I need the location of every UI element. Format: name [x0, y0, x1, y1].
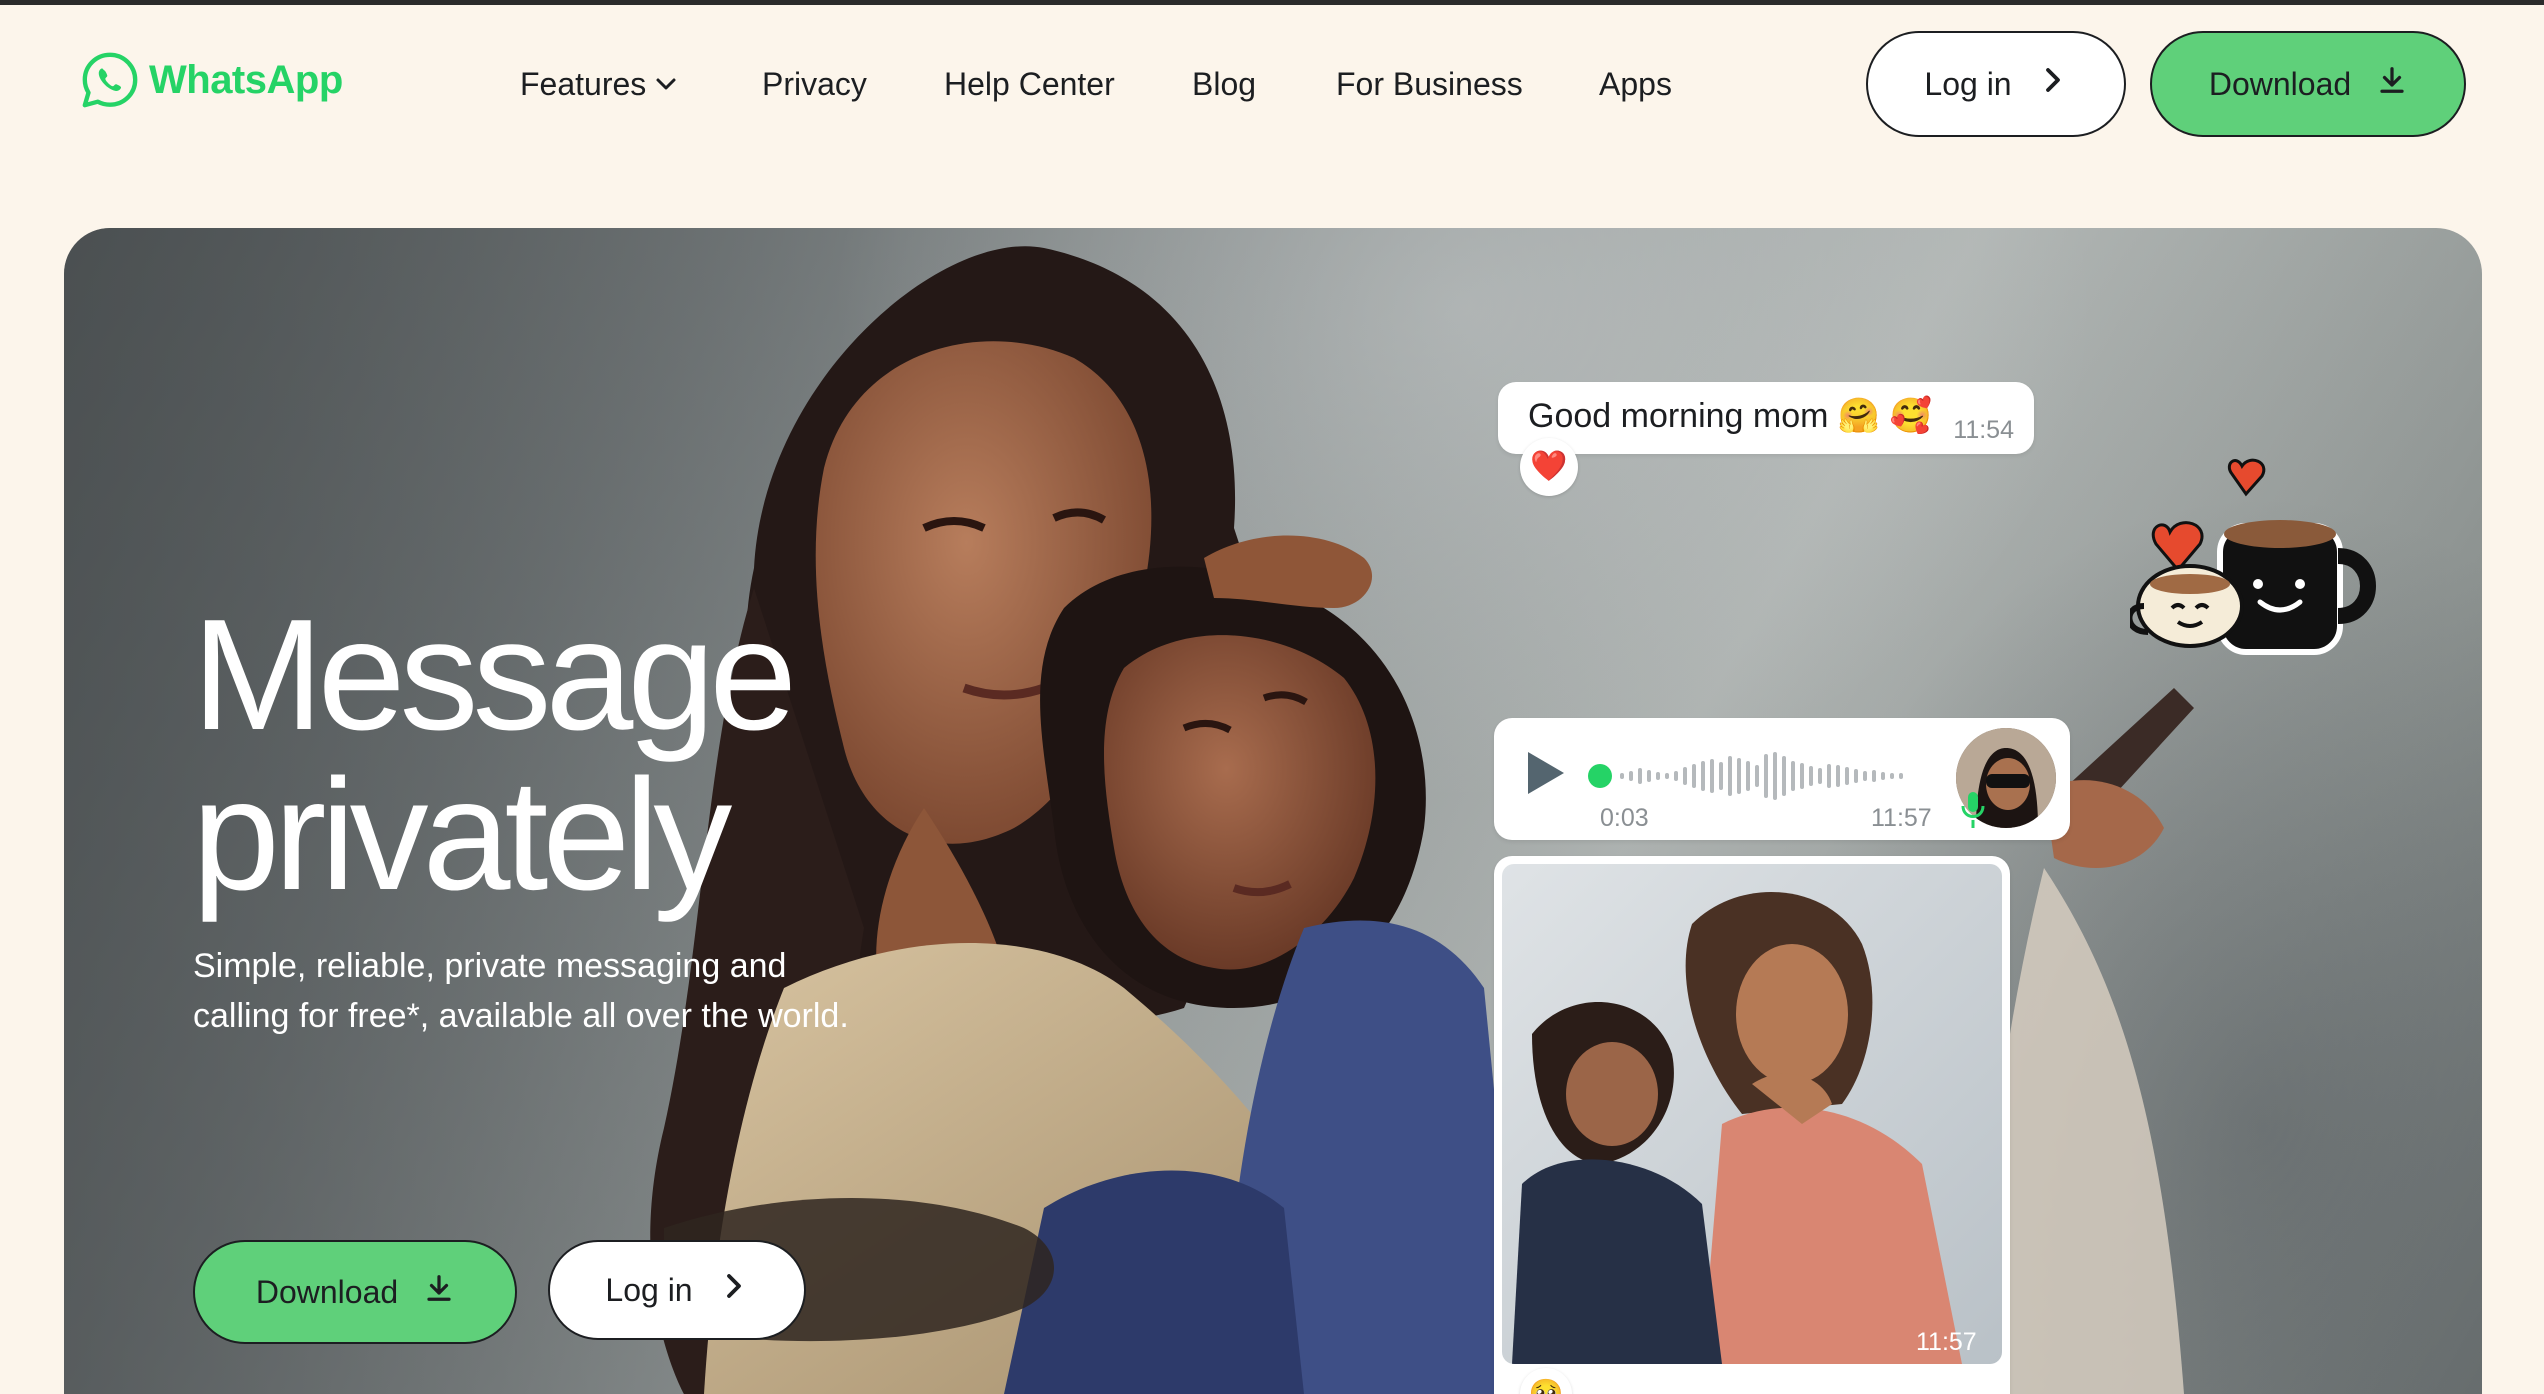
waveform-bar: [1719, 762, 1723, 790]
whatsapp-logo-icon: [82, 52, 138, 108]
waveform-bar: [1845, 767, 1849, 785]
logo-text: WhatsApp: [149, 57, 343, 102]
waveform-bar: [1791, 761, 1795, 791]
waveform-bar: [1863, 771, 1867, 781]
waveform-bar: [1782, 756, 1786, 796]
voice-time: 11:57: [1871, 804, 1932, 832]
chevron-right-icon: [719, 1271, 749, 1309]
hero-subtitle: Simple, reliable, private messaging and …: [193, 947, 849, 1035]
photo-time: 11:57: [1916, 1328, 1977, 1356]
waveform-bar: [1854, 769, 1858, 783]
waveform-bar: [1818, 768, 1822, 784]
waveform-bar: [1746, 761, 1750, 791]
emoji-reaction: 🥹: [1520, 1368, 1572, 1394]
text-message-bubble: Good morning mom 🤗 🥰 11:54 ❤️: [1498, 382, 2034, 496]
waveform-bar: [1656, 772, 1660, 780]
download-icon: [424, 1273, 454, 1311]
message-text: Good morning mom 🤗 🥰: [1528, 397, 1933, 435]
shared-photo[interactable]: [1502, 864, 2002, 1364]
nav-item-apps[interactable]: Apps: [1599, 58, 1672, 110]
waveform-bar: [1755, 765, 1759, 787]
nav-item-label: Privacy: [762, 65, 867, 102]
waveform-bar: [1827, 764, 1831, 788]
waveform-bar: [1899, 773, 1903, 779]
coffee-mug-sticker-icon: [2130, 458, 2376, 655]
reaction-emoji: ❤️: [1530, 450, 1568, 483]
photo-message-bubble: 11:57 🥹: [1494, 856, 2010, 1394]
hero-download-button[interactable]: Download: [193, 1240, 517, 1344]
nav-item-label: Help Center: [944, 65, 1115, 102]
nav-item-features[interactable]: Features: [520, 58, 678, 110]
message-time: 11:54: [1953, 416, 2014, 444]
chevron-down-icon: [654, 72, 678, 96]
waveform-bar: [1701, 761, 1705, 791]
hero-section: Message privately Simple, reliable, priv…: [64, 228, 2482, 1394]
nav-item-label: Features: [520, 65, 647, 102]
waveform-bar: [1638, 768, 1642, 784]
waveform-bar: [1764, 754, 1768, 798]
nav-item-label: Apps: [1599, 65, 1672, 102]
hero-login-button[interactable]: Log in: [548, 1240, 806, 1340]
waveform-bar: [1710, 759, 1714, 793]
header-download-button[interactable]: Download: [2150, 31, 2466, 137]
top-border: [0, 0, 2544, 5]
login-label: Log in: [1924, 65, 2012, 102]
voice-message-bubble: 0:03 11:57: [1494, 718, 2070, 840]
waveform-bar: [1890, 773, 1894, 779]
nav-item-label: Blog: [1192, 65, 1257, 102]
waveform-bar: [1800, 763, 1804, 789]
nav-item-label: For Business: [1336, 65, 1523, 102]
hero-title-line2: privately: [192, 747, 732, 923]
download-label: Download: [255, 1273, 399, 1310]
reaction-emoji: 🥹: [1528, 1378, 1564, 1394]
nav-item-blog[interactable]: Blog: [1192, 58, 1256, 110]
play-icon[interactable]: [1524, 748, 1568, 803]
whatsapp-logo[interactable]: WhatsApp: [79, 47, 343, 113]
waveform-bar: [1665, 773, 1669, 779]
waveform-bar: [1647, 770, 1651, 782]
nav-item-for-business[interactable]: For Business: [1336, 58, 1523, 110]
waveform-bar: [1809, 766, 1813, 786]
waveform-bar: [1737, 758, 1741, 794]
waveform-bar: [1872, 770, 1876, 782]
hero-title-line1: Message: [192, 587, 797, 763]
login-label: Log in: [605, 1271, 693, 1308]
chevron-right-icon: [2038, 65, 2068, 103]
waveform-bar: [1629, 771, 1633, 781]
waveform-bar: [1620, 773, 1624, 779]
waveform-bar: [1728, 756, 1732, 796]
heart-reaction: ❤️: [1520, 438, 1578, 496]
waveform-bar: [1692, 764, 1696, 788]
nav-item-privacy[interactable]: Privacy: [762, 58, 867, 110]
waveform-bar: [1674, 771, 1678, 781]
download-icon: [2377, 65, 2407, 103]
waveform-bar: [1773, 752, 1777, 800]
waveform-bar: [1683, 767, 1687, 785]
microphone-icon: [1960, 790, 1986, 835]
header-login-button[interactable]: Log in: [1866, 31, 2126, 137]
audio-waveform[interactable]: [1586, 746, 1916, 806]
waveform-bar: [1836, 765, 1840, 787]
download-label: Download: [2208, 65, 2352, 102]
hero-title: Message privately: [192, 595, 912, 915]
waveform-bar: [1881, 772, 1885, 780]
voice-elapsed: 0:03: [1600, 804, 1649, 832]
nav-item-help-center[interactable]: Help Center: [944, 58, 1115, 110]
